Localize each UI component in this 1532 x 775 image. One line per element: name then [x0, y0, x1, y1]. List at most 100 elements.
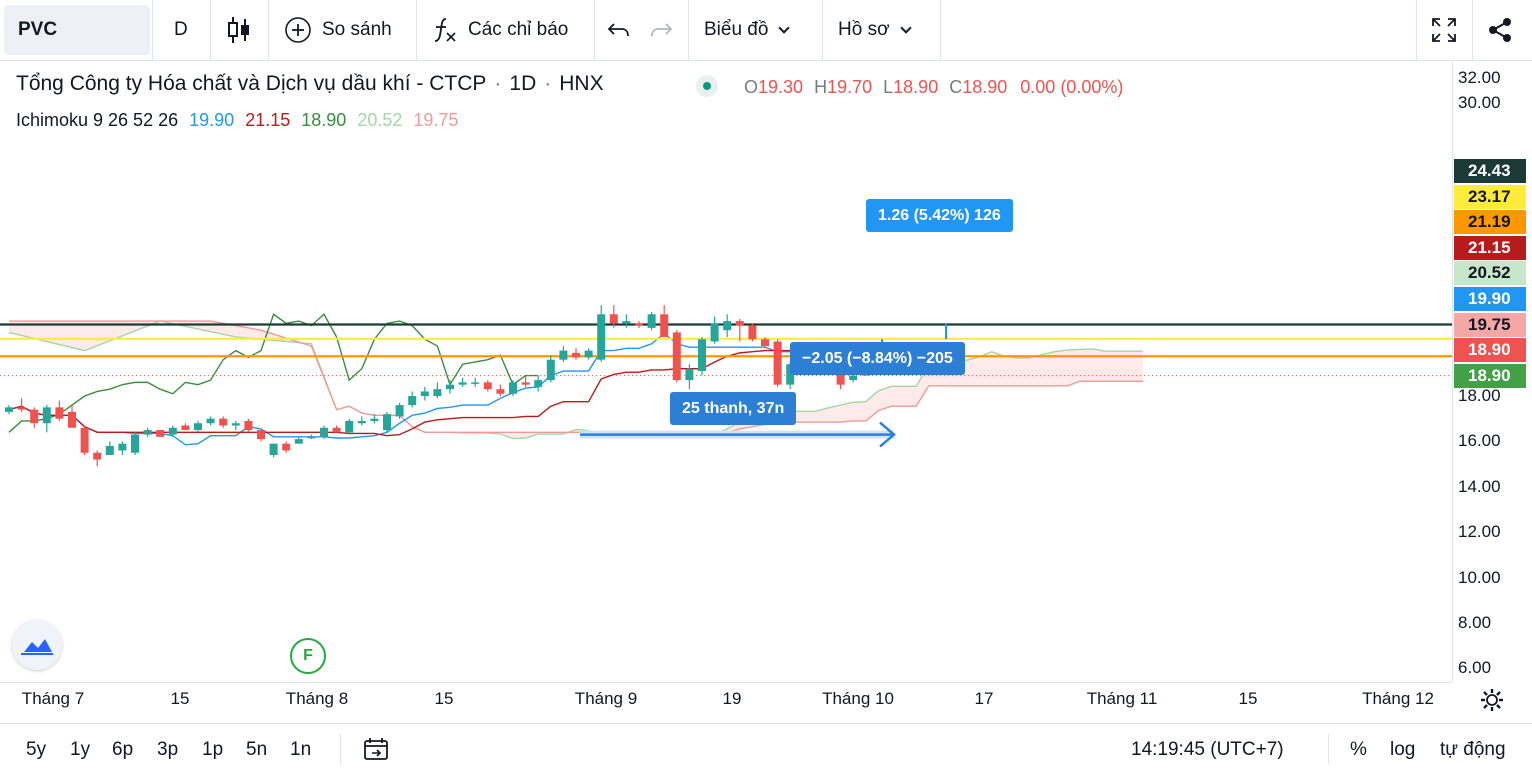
price-badge: 21.19: [1454, 210, 1526, 234]
range-1m-button[interactable]: 1p: [202, 739, 223, 761]
candle-style-button[interactable]: [226, 0, 252, 60]
candle-body: [496, 389, 505, 394]
price-badge: 18.90: [1454, 364, 1526, 388]
toolbar-divider: [268, 0, 269, 60]
base-value: 21.15: [245, 110, 291, 130]
candle-body: [257, 430, 265, 440]
candle-body: [546, 359, 555, 381]
gear-icon: [1481, 689, 1503, 711]
time-tick-label: Tháng 8: [285, 689, 349, 708]
ichimoku-name: Ichimoku 9 26 52 26: [16, 110, 179, 130]
legend-interval: 1D: [509, 72, 537, 95]
candle-body: [395, 405, 404, 417]
chart-type-label: Biểu đồ: [704, 19, 769, 40]
share-icon: [1489, 18, 1511, 42]
fullscreen-button[interactable]: [1430, 0, 1458, 60]
candle-body: [647, 314, 656, 328]
redo-button[interactable]: [648, 0, 674, 60]
bottom-divider: [340, 734, 341, 764]
lead-b-value: 19.75: [413, 110, 459, 130]
candle-body: [420, 391, 429, 396]
undo-button[interactable]: [606, 0, 632, 60]
range-6m-button[interactable]: 6p: [112, 739, 133, 761]
price-badge: 23.17: [1454, 185, 1526, 209]
candle-body: [559, 350, 568, 360]
toolbar-divider: [688, 0, 689, 60]
price-chart[interactable]: [0, 62, 1452, 682]
tradingview-logo-button[interactable]: [12, 620, 62, 670]
measure-down-label[interactable]: −2.05 (−8.84%) −205: [790, 342, 965, 375]
candle-body: [672, 332, 681, 381]
candle-body: [118, 443, 127, 451]
symbol-search-button[interactable]: PVC: [4, 5, 150, 55]
bar-range-label[interactable]: 25 thanh, 37n: [670, 392, 797, 425]
price-badge: 21.15: [1454, 236, 1526, 260]
lagging-value: 18.90: [301, 110, 347, 130]
interval-button[interactable]: D: [174, 0, 188, 60]
candle-body: [698, 339, 706, 372]
time-tick-label: 19: [722, 689, 742, 708]
measure-up-label[interactable]: 1.26 (5.42%) 126: [866, 199, 1013, 232]
top-toolbar: PVC D So sánh Các chỉ báo Biểu đồ Hồ sơ: [0, 0, 1532, 61]
legend-exchange: HNX: [559, 72, 604, 95]
chevron-down-icon: [899, 22, 912, 34]
candlestick-icon: [228, 17, 249, 43]
chart-type-dropdown[interactable]: Biểu đồ: [704, 0, 791, 60]
candle-body: [80, 427, 89, 453]
toolbar-divider: [822, 0, 823, 60]
candle-body: [685, 368, 694, 381]
candle-body: [471, 382, 480, 384]
chart-settings-button[interactable]: [1478, 686, 1506, 719]
range-1y-button[interactable]: 1y: [70, 739, 90, 761]
market-status-dot[interactable]: [696, 75, 718, 97]
candle-body: [635, 323, 643, 326]
percent-toggle[interactable]: %: [1350, 739, 1367, 761]
range-3m-button[interactable]: 3p: [157, 739, 178, 761]
low-label: L: [883, 77, 894, 97]
candle-body: [509, 382, 517, 394]
function-icon: [434, 18, 456, 42]
candle-body: [194, 423, 202, 431]
compare-button[interactable]: So sánh: [284, 0, 392, 60]
range-5d-button[interactable]: 5n: [246, 739, 267, 761]
candle-body: [320, 427, 328, 437]
toolbar-divider: [210, 0, 211, 60]
range-1d-button[interactable]: 1n: [290, 739, 311, 761]
auto-scale-toggle[interactable]: tự động: [1440, 739, 1506, 761]
open-label: O: [744, 77, 759, 97]
goto-date-button[interactable]: [362, 735, 390, 768]
candle-body: [446, 384, 454, 390]
candle-body: [572, 352, 580, 358]
toolbar-divider: [1416, 0, 1417, 60]
profile-dropdown[interactable]: Hồ sơ: [838, 0, 912, 60]
candle-body: [370, 418, 379, 421]
candle-body: [307, 436, 316, 439]
toolbar-divider: [1472, 0, 1473, 60]
ichimoku-legend[interactable]: Ichimoku 9 26 52 26 19.90 21.15 18.90 20…: [16, 110, 464, 131]
candle-body: [42, 407, 51, 424]
share-button[interactable]: [1486, 0, 1514, 60]
log-toggle[interactable]: log: [1390, 739, 1415, 761]
redo-icon: [651, 23, 673, 37]
candle-body: [156, 430, 165, 437]
candle-body: [244, 420, 253, 431]
price-tick-label: 18.00: [1458, 386, 1501, 405]
close-label: C: [949, 77, 963, 97]
candle-body: [710, 323, 719, 342]
high-value: 19.70: [827, 77, 873, 97]
financials-marker[interactable]: F: [290, 638, 326, 674]
time-tick-label: 15: [1238, 689, 1258, 708]
clock-display: 14:19:45 (UTC+7): [1131, 739, 1284, 760]
candle-body: [30, 409, 39, 424]
time-tick-label: 15: [434, 689, 454, 708]
indicators-button[interactable]: Các chỉ báo: [432, 0, 568, 60]
company-name: Tổng Công ty Hóa chất và Dịch vụ dầu khí…: [16, 72, 487, 95]
candle-body: [597, 314, 606, 360]
price-tick-label: 32.00: [1458, 68, 1501, 87]
range-5y-button[interactable]: 5y: [26, 739, 46, 761]
low-value: 18.90: [893, 77, 939, 97]
candle-body: [68, 411, 76, 428]
bottom-divider: [1328, 734, 1329, 764]
toolbar-divider: [594, 0, 595, 60]
conversion-value: 19.90: [189, 110, 235, 130]
